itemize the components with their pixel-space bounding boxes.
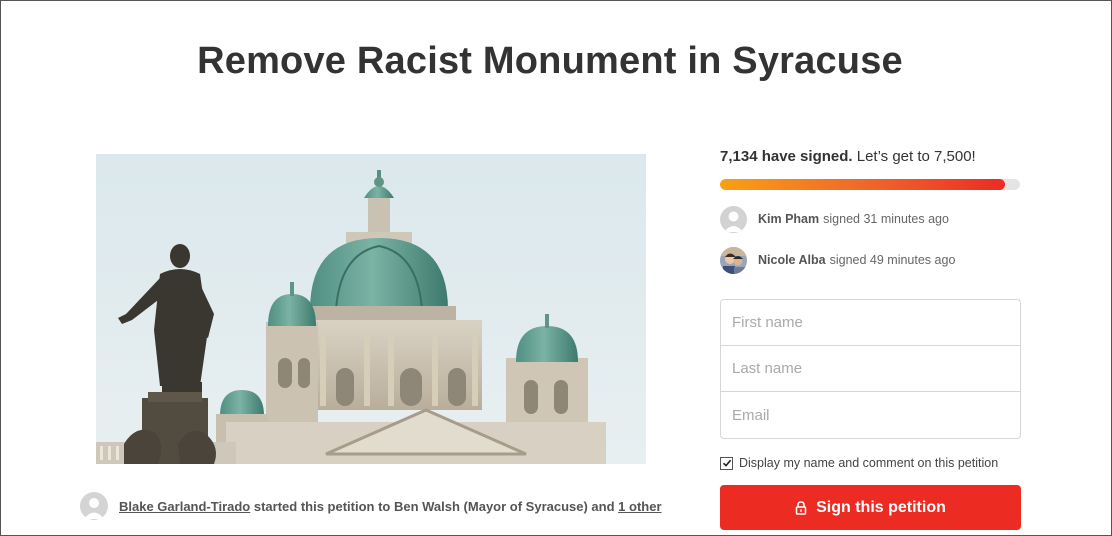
progress-bar [720,179,1020,190]
signed-count: 7,134 have signed. [720,148,853,165]
display-name-option: Display my name and comment on this peti… [720,456,1022,470]
author-avatar [80,492,108,520]
sign-form [720,299,1021,439]
other-decision-makers-link[interactable]: 1 other [618,499,661,514]
author-description: started this petition to Ben Walsh (Mayo… [250,498,619,514]
email-field[interactable] [721,392,1020,438]
checkmark-icon [722,459,731,467]
author-name-link[interactable]: Blake Garland-Tirado [119,499,250,514]
recent-signer-item: Kim Pham signed 31 minutes ago [720,205,1022,233]
lock-icon [795,500,807,515]
petition-title: Remove Racist Monument in Syracuse [197,40,903,82]
sign-petition-button[interactable]: Sign this petition [720,485,1021,530]
default-user-icon [84,498,104,519]
signer-avatar [720,205,747,233]
default-user-icon [724,211,743,232]
sign-panel: 7,134 have signed. Let’s get to 7,500! K… [720,148,1022,530]
progress-bar-fill [720,179,1006,190]
goal-text: Let’s get to 7,500! [852,148,976,165]
display-name-checkbox[interactable] [720,456,733,470]
sign-petition-label: Sign this petition [816,498,946,516]
last-name-field[interactable] [721,346,1020,392]
signer-time: signed 49 minutes ago [829,253,956,267]
petition-author-line: Blake Garland-Tirado started this petiti… [80,491,662,521]
user-photo-icon [720,246,747,274]
signer-name: Kim Pham [758,212,820,226]
signer-time: signed 31 minutes ago [823,212,949,226]
signer-name: Nicole Alba [758,253,826,267]
petition-photo [96,154,646,464]
signature-count: 7,134 have signed. Let’s get to 7,500! [720,148,1022,168]
first-name-field[interactable] [721,300,1020,346]
display-name-label: Display my name and comment on this peti… [739,456,999,470]
recent-signer-item: Nicole Alba signed 49 minutes ago [720,246,1022,274]
signer-avatar [720,246,747,274]
